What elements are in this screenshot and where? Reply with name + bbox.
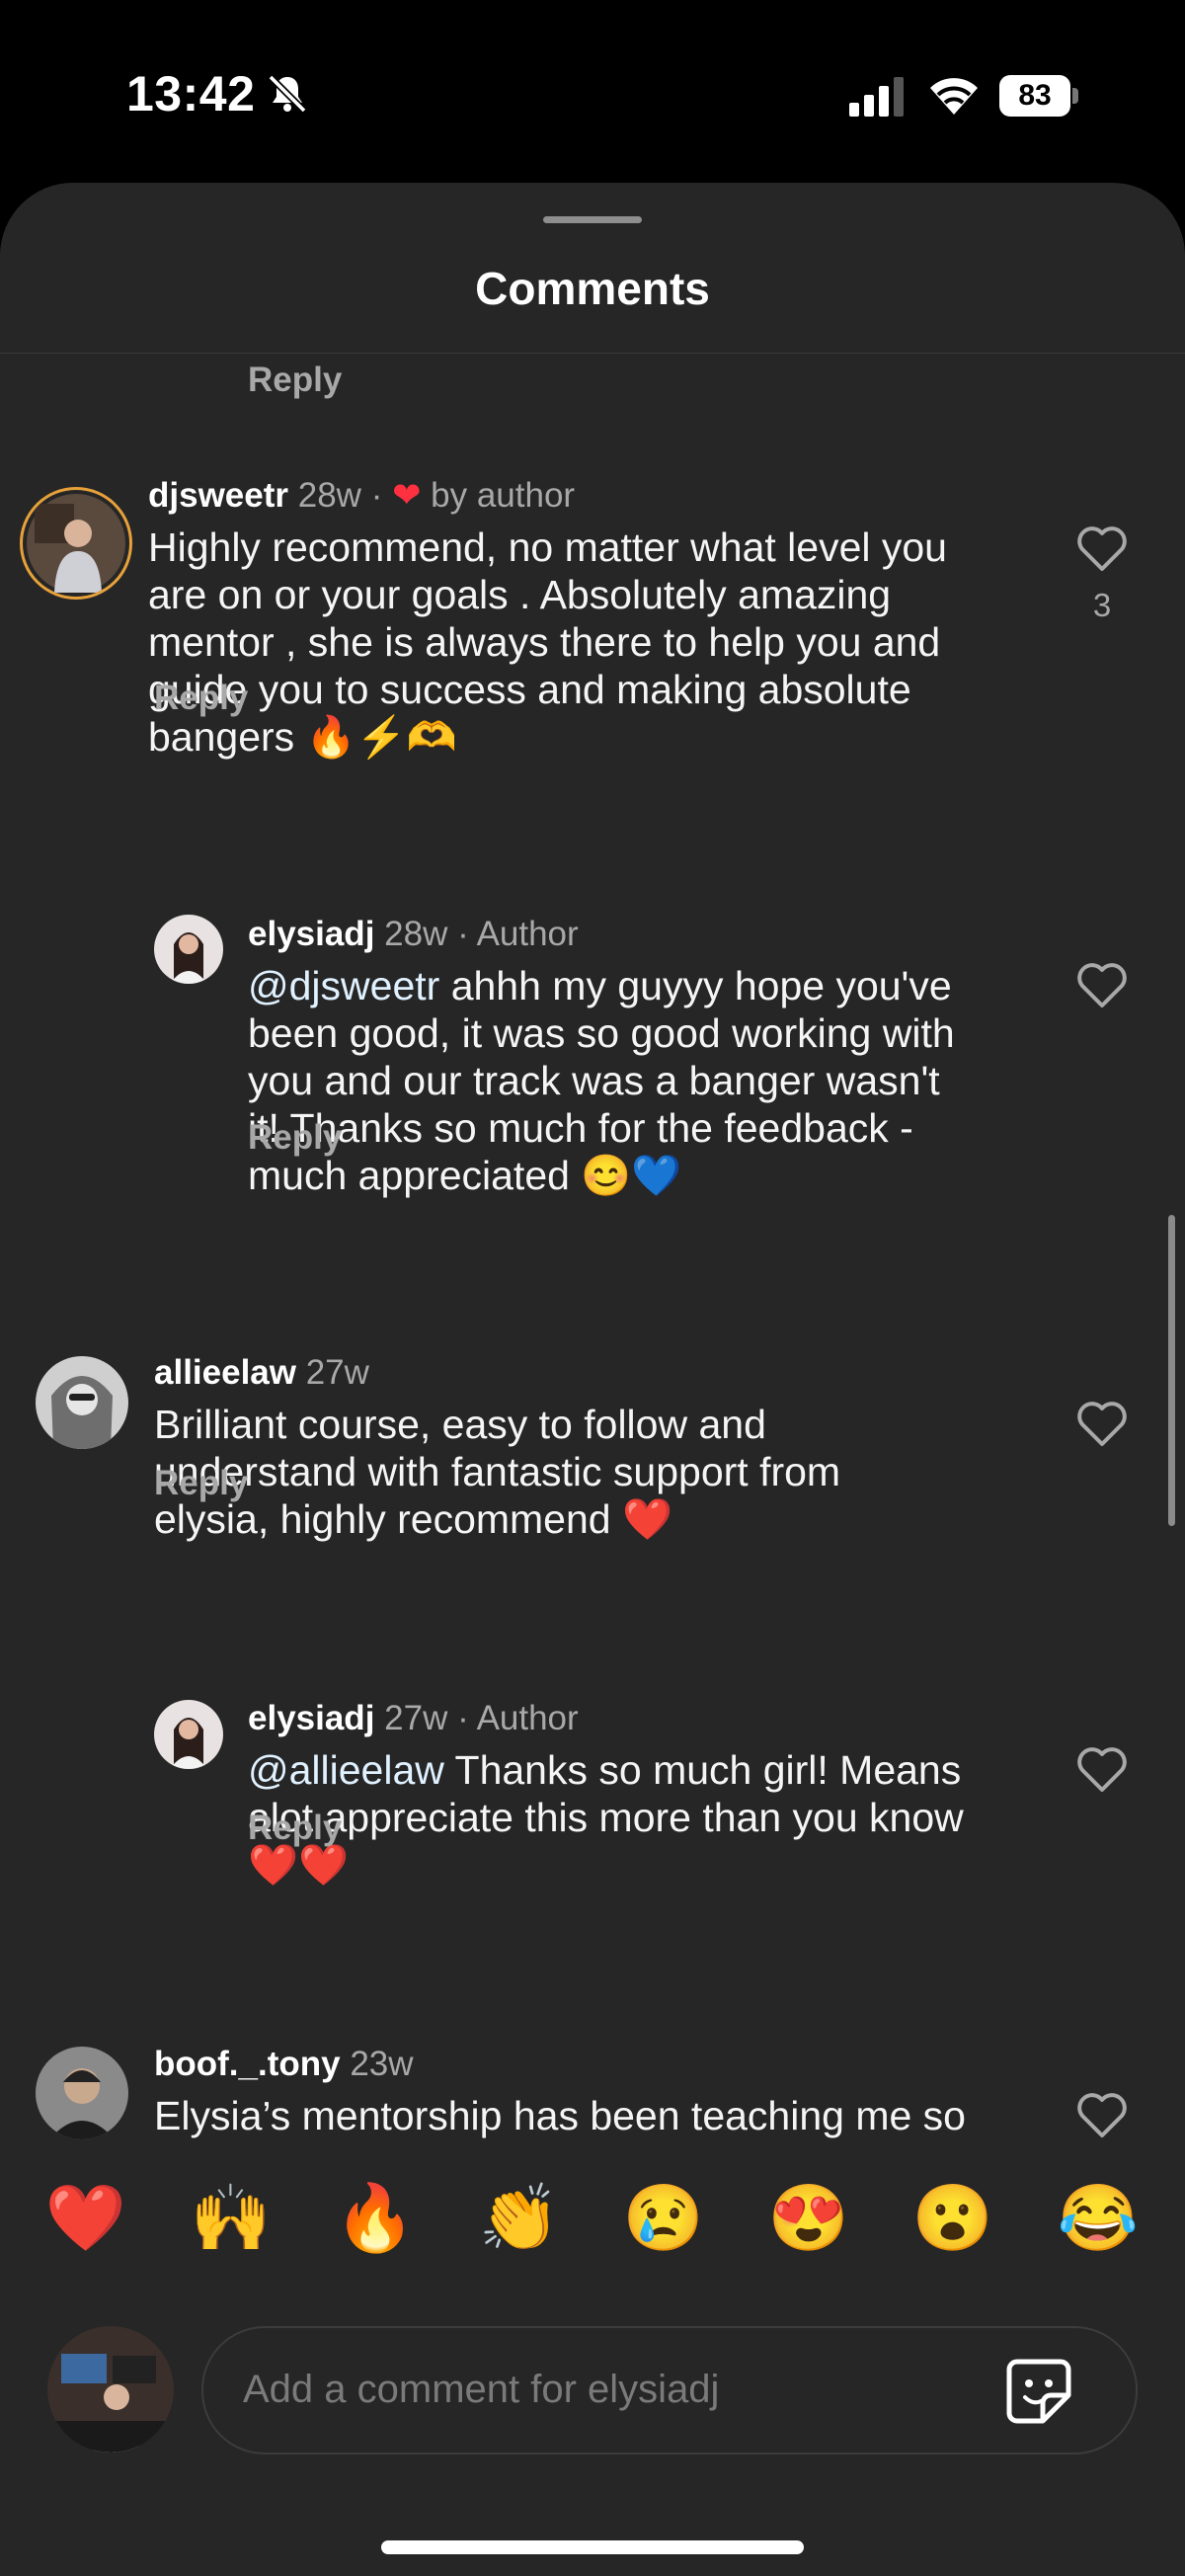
comment-username[interactable]: djsweetr bbox=[148, 476, 288, 515]
comment-meta: elysiadj 28w · Author bbox=[248, 915, 579, 954]
comment-meta: boof._.tony 23w bbox=[154, 2045, 414, 2084]
comment-username[interactable]: elysiadj bbox=[248, 1699, 374, 1737]
comment-time: 27w bbox=[305, 1353, 369, 1392]
comment-input[interactable]: Add a comment for elysiadj bbox=[201, 2326, 1138, 2455]
bell-slash-icon bbox=[268, 74, 307, 114]
comment-line: much appreciated 😊💙 bbox=[248, 1153, 682, 1198]
author-tag: Author bbox=[476, 1699, 579, 1737]
comment-line: Elysia’s mentorship has been teaching me… bbox=[154, 2093, 966, 2138]
battery-cap bbox=[1072, 88, 1078, 104]
scrollbar[interactable] bbox=[1168, 1215, 1175, 1526]
comment-line-text: ahhh my guyyy hope you've bbox=[450, 963, 952, 1008]
comment-line: understand with fantastic support from bbox=[154, 1449, 841, 1494]
comment-body: @djsweetr ahhh my guyyy hope you've been… bbox=[248, 962, 955, 1199]
comment-username[interactable]: elysiadj bbox=[248, 915, 374, 953]
mention-link[interactable]: @djsweetr bbox=[248, 963, 439, 1008]
sticker-icon[interactable] bbox=[1003, 2356, 1074, 2427]
comment-line: @allieelaw Thanks so much girl! Means bbox=[248, 1746, 964, 1794]
liked-by-author-heart-icon: ❤ bbox=[392, 476, 422, 515]
comments-list[interactable]: Reply djsweetr 28w · ❤ by author Highly … bbox=[0, 356, 1185, 2158]
wifi-icon bbox=[930, 78, 978, 115]
meta-separator: · bbox=[457, 1699, 469, 1737]
avatar-image bbox=[36, 1356, 128, 1449]
avatar-djsweetr[interactable] bbox=[20, 487, 132, 600]
battery-level: 83 bbox=[999, 75, 1070, 117]
comment-line: Highly recommend, no matter what level y… bbox=[148, 524, 947, 570]
comment-line-text: Thanks so much girl! Means bbox=[454, 1747, 962, 1793]
reply-button[interactable]: Reply bbox=[154, 679, 248, 718]
comment-line: bangers 🔥⚡🫶 bbox=[148, 714, 457, 760]
reply-button[interactable]: Reply bbox=[248, 1809, 342, 1848]
sheet-grabber[interactable] bbox=[543, 216, 642, 223]
comment-time: 28w bbox=[384, 915, 448, 953]
comment-body: Brilliant course, easy to follow and und… bbox=[154, 1401, 840, 1543]
avatar-elysiadj[interactable] bbox=[154, 1700, 223, 1769]
avatar-image bbox=[154, 915, 223, 984]
reaction-crying[interactable]: 😢 bbox=[614, 2178, 713, 2257]
reaction-clap[interactable]: 👏 bbox=[470, 2178, 569, 2257]
mention-link[interactable]: @allieelaw bbox=[248, 1747, 444, 1793]
comment-line: ❤️❤️ bbox=[248, 1842, 350, 1888]
reaction-fire[interactable]: 🔥 bbox=[326, 2178, 425, 2257]
reaction-heart[interactable]: ❤️ bbox=[37, 2178, 135, 2257]
header-divider bbox=[0, 353, 1185, 354]
heart-icon[interactable] bbox=[1076, 525, 1128, 573]
reaction-surprised[interactable]: 😮 bbox=[904, 2178, 1002, 2257]
heart-icon[interactable] bbox=[1076, 1401, 1128, 1448]
comment-time: 27w bbox=[384, 1699, 448, 1737]
comment-body: Elysia’s mentorship has been teaching me… bbox=[154, 2092, 966, 2139]
home-indicator[interactable] bbox=[381, 2540, 804, 2554]
comment-body: Highly recommend, no matter what level y… bbox=[148, 523, 947, 761]
heart-icon[interactable] bbox=[1076, 2092, 1128, 2139]
comment-line: @djsweetr ahhh my guyyy hope you've bbox=[248, 962, 955, 1009]
reaction-laughing[interactable]: 😂 bbox=[1049, 2178, 1147, 2257]
like-count: 3 bbox=[1092, 587, 1112, 623]
comment-line: you and our track was a banger wasn't bbox=[248, 1058, 940, 1103]
quick-reactions-bar: ❤️ 🙌 🔥 👏 😢 😍 😮 😂 bbox=[0, 2158, 1185, 2287]
status-time: 13:42 bbox=[126, 66, 256, 121]
avatar-elysiadj[interactable] bbox=[154, 915, 223, 984]
reply-button[interactable]: Reply bbox=[248, 361, 342, 400]
comment-line: mentor , she is always there to help you… bbox=[148, 619, 941, 665]
comment-line: Brilliant course, easy to follow and bbox=[154, 1402, 766, 1447]
comment-username[interactable]: boof._.tony bbox=[154, 2045, 341, 2083]
reply-button[interactable]: Reply bbox=[248, 1118, 342, 1158]
avatar-allieelaw[interactable] bbox=[36, 1356, 128, 1449]
meta-separator: · bbox=[370, 476, 383, 515]
liked-by-author-badge: by author bbox=[431, 476, 576, 515]
comments-sheet: Comments Reply djsweetr 28w · ❤ by autho… bbox=[0, 183, 1185, 2576]
comment-username[interactable]: allieelaw bbox=[154, 1353, 296, 1392]
comment-input-placeholder: Add a comment for elysiadj bbox=[243, 2368, 720, 2411]
comment-time: 28w bbox=[297, 476, 361, 515]
composer-avatar bbox=[47, 2326, 174, 2453]
comment-line: elysia, highly recommend ❤️ bbox=[154, 1496, 673, 1542]
status-bar: 13:42 83 bbox=[0, 0, 1185, 183]
comment-time: 23w bbox=[350, 2045, 414, 2083]
comment-line: been good, it was so good working with bbox=[248, 1010, 955, 1056]
author-tag: Author bbox=[476, 915, 579, 953]
reaction-raised-hands[interactable]: 🙌 bbox=[182, 2178, 280, 2257]
heart-icon[interactable] bbox=[1076, 1746, 1128, 1794]
reaction-heart-eyes[interactable]: 😍 bbox=[759, 2178, 858, 2257]
avatar-boof-tony[interactable] bbox=[36, 2047, 128, 2139]
avatar-image bbox=[47, 2326, 174, 2453]
signal-icon bbox=[849, 77, 904, 117]
comment-line: it! Thanks so much for the feedback - bbox=[248, 1105, 913, 1151]
sheet-title: Comments bbox=[475, 263, 710, 314]
avatar-image bbox=[36, 2047, 128, 2139]
reply-button[interactable]: Reply bbox=[154, 1464, 248, 1503]
comment-line: alot appreciate this more than you know bbox=[248, 1795, 964, 1840]
comment-body: @allieelaw Thanks so much girl! Means al… bbox=[248, 1746, 964, 1889]
battery-indicator: 83 bbox=[999, 75, 1080, 117]
comment-line: guide you to success and making absolute bbox=[148, 667, 911, 712]
comment-meta: elysiadj 27w · Author bbox=[248, 1699, 579, 1738]
avatar-image bbox=[154, 1700, 223, 1769]
comment-meta: allieelaw 27w bbox=[154, 1353, 369, 1393]
comment-meta: djsweetr 28w · ❤ by author bbox=[148, 476, 575, 516]
avatar-image bbox=[27, 494, 125, 593]
comment-line: are on or your goals . Absolutely amazin… bbox=[148, 572, 892, 617]
meta-separator: · bbox=[457, 915, 469, 953]
heart-icon[interactable] bbox=[1076, 962, 1128, 1009]
